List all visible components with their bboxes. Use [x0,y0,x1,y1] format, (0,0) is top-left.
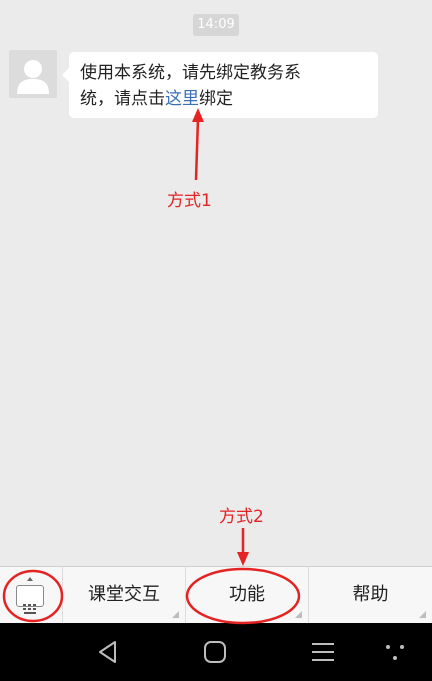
annotation-arrow-2 [237,528,249,566]
system-navigation-bar [0,623,432,681]
keyboard-toggle-button[interactable] [0,567,62,624]
submenu-corner-icon [419,611,426,618]
annotation-arrow-1 [192,108,204,181]
message-line-1: 使用本系统，请先绑定教务系 [80,63,301,83]
bind-here-link[interactable]: 这里 [165,89,199,109]
menu-item-label: 功能 [229,584,265,605]
message-bubble: 使用本系统，请先绑定教务系 统，请点击这里绑定 [62,52,378,118]
submenu-corner-icon [295,611,302,618]
annotation-method-2: 方式2 [219,507,264,527]
message-timestamp: 14:09 [193,14,239,36]
menu-item-help[interactable]: 帮助 [308,567,432,624]
message-line-2: 统，请点击这里绑定 [80,86,368,112]
keyboard-icon [16,585,44,614]
annotation-method-1: 方式1 [167,191,212,211]
caret-up-icon [27,577,33,581]
menu-item-label: 帮助 [352,584,389,605]
menu-item-classroom-interaction[interactable]: 课堂交互 [62,567,185,624]
custom-menu-bar: 课堂交互 功能 帮助 [0,566,432,624]
message-text-before-link: 统，请点击 [80,89,165,109]
submenu-corner-icon [172,611,179,618]
message-text-after-link: 绑定 [199,89,233,109]
menu-item-functions[interactable]: 功能 [185,567,308,624]
default-avatar-icon [9,50,57,98]
back-icon[interactable] [94,637,124,667]
menu-icon[interactable] [308,637,338,667]
more-icon[interactable] [380,637,410,667]
home-icon[interactable] [200,637,230,667]
menu-item-label: 课堂交互 [88,584,160,605]
sender-avatar[interactable] [9,50,57,98]
